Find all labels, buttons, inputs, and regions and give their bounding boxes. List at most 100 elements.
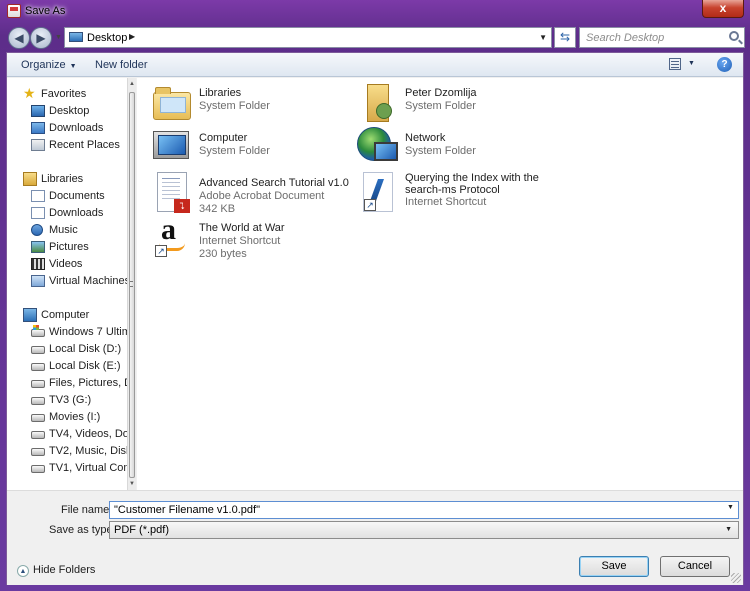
address-dropdown-icon[interactable]: ▼	[539, 33, 547, 42]
file-name-dropdown-icon[interactable]: ▼	[727, 504, 734, 511]
nav-item-lib-downloads[interactable]: Downloads	[7, 205, 127, 222]
file-item-computer[interactable]: Computer System Folder	[151, 127, 351, 171]
organize-button[interactable]: Organize ▼	[21, 59, 77, 71]
nav-item-drive-tv2[interactable]: TV2, Music, Disk	[7, 443, 127, 460]
app-icon	[7, 4, 21, 18]
nav-item-label: Music	[49, 224, 78, 236]
amazon-shortcut-icon: a ↗	[155, 213, 189, 257]
nav-item-drive-c[interactable]: Windows 7 Ultim	[7, 324, 127, 341]
file-item-libraries[interactable]: Libraries System Folder	[151, 82, 351, 126]
file-item-pdf[interactable]: Advanced Search Tutorial v1.0 Adobe Acro…	[151, 172, 351, 216]
dialog-body: Organize ▼ New folder ▼ ? ★ Favorites Des…	[6, 52, 744, 585]
nav-item-drive-e[interactable]: Local Disk (E:)	[7, 358, 127, 375]
nav-item-label: Files, Pictures, De	[49, 377, 127, 389]
nav-item-virtual-machines[interactable]: Virtual Machines	[7, 273, 127, 290]
resize-grip[interactable]	[731, 573, 741, 583]
libraries-folder-icon	[153, 87, 191, 120]
nav-item-drive-f[interactable]: Files, Pictures, De	[7, 375, 127, 392]
hard-drive-icon	[31, 465, 45, 473]
scroll-down-icon[interactable]: ▼	[129, 481, 135, 487]
save-button[interactable]: Save	[579, 556, 649, 577]
search-input[interactable]: Search Desktop	[579, 27, 745, 48]
nav-item-label: Local Disk (E:)	[49, 360, 121, 372]
file-name: The World at War	[199, 222, 285, 234]
file-type: Internet Shortcut	[199, 235, 281, 247]
nav-item-drive-tv1[interactable]: TV1, Virtual Com	[7, 460, 127, 477]
nav-item-drive-g[interactable]: TV3 (G:)	[7, 392, 127, 409]
nav-item-music[interactable]: Music	[7, 222, 127, 239]
nav-favorites[interactable]: ★ Favorites	[7, 86, 127, 103]
file-item-network[interactable]: Network System Folder	[357, 127, 557, 171]
file-item-shortcut-search[interactable]: ↗ Querying the Index with the search-ms …	[357, 172, 557, 216]
hard-drive-icon	[31, 431, 45, 439]
nav-item-drive-tv4[interactable]: TV4, Videos, Dow	[7, 426, 127, 443]
nav-computer[interactable]: Computer	[7, 307, 127, 324]
videos-icon	[31, 258, 45, 270]
navigation-pane: ★ Favorites Desktop Downloads Recent Pla…	[7, 78, 127, 490]
view-options-icon[interactable]	[669, 58, 681, 70]
new-folder-button[interactable]: New folder	[95, 59, 148, 71]
scroll-up-icon[interactable]: ▲	[129, 81, 135, 87]
view-dropdown-icon[interactable]: ▼	[688, 60, 695, 67]
nav-item-recent-places[interactable]: Recent Places	[7, 137, 127, 154]
nav-item-label: TV4, Videos, Dow	[49, 428, 127, 440]
address-bar-row: ◀ ▶ ▼ Desktop ▶ ▼ ⇆ Search Desktop	[6, 25, 745, 51]
nav-item-desktop[interactable]: Desktop	[7, 103, 127, 120]
nav-item-downloads[interactable]: Downloads	[7, 120, 127, 137]
nav-item-label: Downloads	[49, 122, 104, 134]
address-bar[interactable]: Desktop ▶ ▼	[64, 27, 552, 48]
hard-drive-icon	[31, 397, 45, 405]
nav-item-drive-d[interactable]: Local Disk (D:)	[7, 341, 127, 358]
internet-shortcut-icon: ↗	[363, 172, 393, 212]
forward-button[interactable]: ▶	[30, 27, 52, 49]
system-drive-icon	[31, 325, 45, 337]
save-as-type-label: Save as type:	[49, 524, 116, 536]
hard-drive-icon	[31, 380, 45, 388]
nav-item-label: Videos	[49, 258, 83, 270]
nav-item-label: TV2, Music, Disk	[49, 445, 127, 457]
nav-favorites-label: Favorites	[41, 88, 87, 100]
nav-item-pictures[interactable]: Pictures	[7, 239, 127, 256]
hide-folders-button[interactable]: ▲ Hide Folders	[17, 564, 95, 577]
file-name: Querying the Index with the	[405, 172, 539, 184]
refresh-button[interactable]: ⇆	[554, 27, 576, 48]
nav-item-label: Movies (I:)	[49, 411, 101, 423]
computer-icon	[153, 131, 189, 159]
file-item-shortcut-amazon[interactable]: a ↗ The World at War Internet Shortcut 23…	[151, 213, 351, 261]
computer-icon	[23, 308, 37, 322]
save-as-type-select[interactable]: PDF (*.pdf) ▼	[109, 521, 739, 539]
file-item-user-folder[interactable]: Peter Dzomlija System Folder	[357, 82, 557, 126]
recent-locations-dropdown[interactable]: ▼	[55, 34, 62, 41]
nav-item-videos[interactable]: Videos	[7, 256, 127, 273]
hard-drive-icon	[31, 448, 45, 456]
file-name-label: File name:	[61, 504, 113, 516]
title-bar: Save As x	[0, 0, 750, 22]
file-name: Computer	[199, 132, 248, 144]
back-button[interactable]: ◀	[8, 27, 30, 49]
file-type: System Folder	[405, 145, 476, 157]
downloads-icon	[31, 207, 45, 219]
file-size: 230 bytes	[199, 248, 247, 260]
help-button[interactable]: ?	[717, 57, 732, 72]
close-button[interactable]: x	[702, 0, 744, 18]
nav-item-label: TV3 (G:)	[49, 394, 92, 406]
nav-item-drive-i[interactable]: Movies (I:)	[7, 409, 127, 426]
file-type: System Folder	[199, 100, 270, 112]
nav-libraries[interactable]: Libraries	[7, 171, 127, 188]
file-name: Peter Dzomlija	[405, 87, 477, 99]
save-options-panel: File name: "Customer Filename v1.0.pdf" …	[7, 490, 743, 585]
nav-scrollbar[interactable]: ▲ ▼	[127, 78, 136, 490]
nav-computer-label: Computer	[41, 309, 90, 321]
breadcrumb-desktop[interactable]: Desktop	[87, 32, 127, 44]
cancel-button[interactable]: Cancel	[660, 556, 730, 577]
documents-icon	[31, 190, 45, 202]
file-name-field[interactable]: "Customer Filename v1.0.pdf"	[109, 501, 739, 519]
music-icon	[31, 224, 43, 236]
organize-label: Organize	[21, 59, 66, 71]
breadcrumb-arrow-icon[interactable]: ▶	[129, 32, 135, 41]
nav-item-label: Recent Places	[49, 139, 120, 151]
file-type: Internet Shortcut	[405, 196, 487, 208]
nav-libraries-label: Libraries	[41, 173, 84, 185]
window-title: Save As	[25, 5, 66, 17]
nav-item-documents[interactable]: Documents	[7, 188, 127, 205]
